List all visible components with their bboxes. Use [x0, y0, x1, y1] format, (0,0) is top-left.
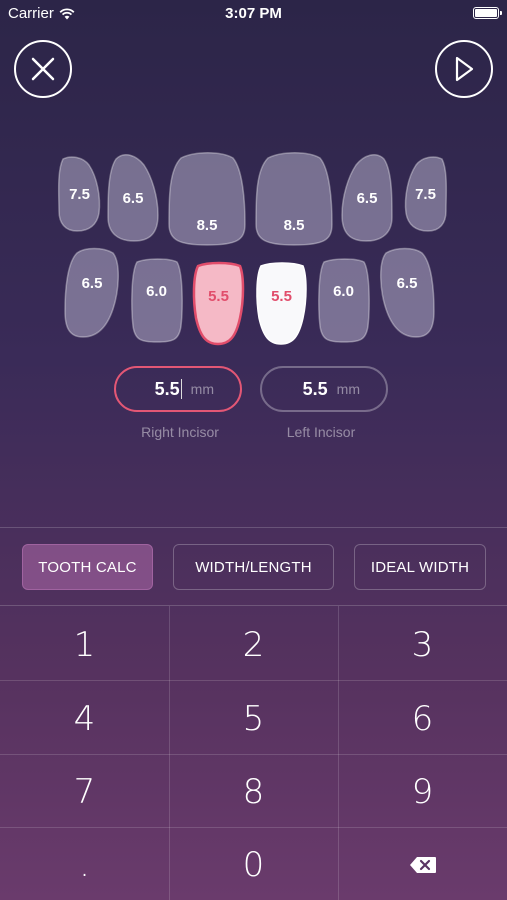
key-0[interactable]: 0: [169, 828, 338, 900]
key-2[interactable]: 2: [169, 608, 338, 682]
key-4[interactable]: 4: [0, 682, 169, 756]
tooth-lower-right-premolar[interactable]: 6.5: [63, 247, 121, 339]
tooth-size-label: 7.5: [69, 185, 90, 203]
tooth-calc-button[interactable]: TOOTH CALC: [22, 544, 153, 590]
numeric-keypad: 1 2 3 4 5 6 7 8 9 . 0: [0, 605, 507, 900]
left-incisor-unit: mm: [336, 381, 360, 397]
left-incisor-value: 5.5: [302, 378, 328, 399]
key-decimal[interactable]: .: [0, 828, 169, 900]
key-8[interactable]: 8: [169, 755, 338, 829]
tooth-size-label: 6.0: [333, 282, 354, 300]
ideal-width-button[interactable]: IDEAL WIDTH: [354, 544, 486, 590]
text-caret: [180, 379, 182, 399]
tooth-size-label: 6.5: [356, 189, 378, 207]
tooth-lower-right-canine[interactable]: 6.0: [129, 258, 184, 344]
tooth-lower-left-incisor[interactable]: 5.5: [255, 262, 308, 346]
key-5[interactable]: 5: [169, 682, 338, 756]
tooth-size-label: 8.5: [196, 217, 218, 234]
tooth-size-label: 6.5: [122, 189, 144, 207]
tooth-upper-left-canine[interactable]: 6.5: [340, 153, 394, 243]
status-time: 3:07 PM: [225, 5, 282, 22]
tooth-size-label: 6.5: [81, 274, 103, 292]
battery-icon: [473, 7, 502, 19]
right-incisor-value: 5.5: [154, 378, 180, 399]
key-7[interactable]: 7: [0, 755, 169, 829]
backspace-icon: [409, 857, 436, 873]
play-button[interactable]: [435, 40, 493, 98]
tooth-upper-left-central[interactable]: 8.5: [254, 152, 334, 247]
close-button[interactable]: [14, 40, 72, 98]
key-1[interactable]: 1: [0, 608, 169, 682]
divider: [0, 527, 507, 528]
right-incisor-input[interactable]: 5.5 mm: [114, 366, 242, 412]
tooth-size-label: 6.0: [146, 282, 167, 300]
right-incisor-caption: Right Incisor: [141, 424, 219, 440]
tooth-lower-left-premolar[interactable]: 6.5: [378, 247, 436, 339]
tooth-size-label: 8.5: [283, 217, 305, 234]
play-icon: [455, 56, 474, 82]
right-incisor-unit: mm: [190, 381, 214, 397]
tooth-size-label: 5.5: [208, 287, 229, 305]
tooth-upper-right-molar[interactable]: 7.5: [57, 155, 102, 233]
key-9[interactable]: 9: [338, 755, 507, 829]
tooth-size-label: 5.5: [271, 287, 292, 305]
delete-key[interactable]: [338, 828, 507, 900]
tooth-upper-left-molar[interactable]: 7.5: [403, 155, 448, 233]
key-3[interactable]: 3: [338, 608, 507, 682]
tooth-lower-left-canine[interactable]: 6.0: [316, 258, 371, 344]
key-6[interactable]: 6: [338, 682, 507, 756]
tooth-size-label: 6.5: [396, 274, 418, 292]
left-incisor-input[interactable]: 5.5 mm: [260, 366, 388, 412]
close-icon: [31, 57, 55, 81]
tooth-upper-right-central[interactable]: 8.5: [167, 152, 247, 247]
status-bar: Carrier 3:07 PM: [0, 0, 507, 28]
tooth-lower-right-incisor[interactable]: 5.5: [192, 261, 245, 346]
tooth-upper-right-canine[interactable]: 6.5: [106, 153, 160, 243]
tooth-size-label: 7.5: [415, 185, 436, 203]
left-incisor-caption: Left Incisor: [286, 424, 356, 440]
width-length-button[interactable]: WIDTH/LENGTH: [173, 544, 334, 590]
